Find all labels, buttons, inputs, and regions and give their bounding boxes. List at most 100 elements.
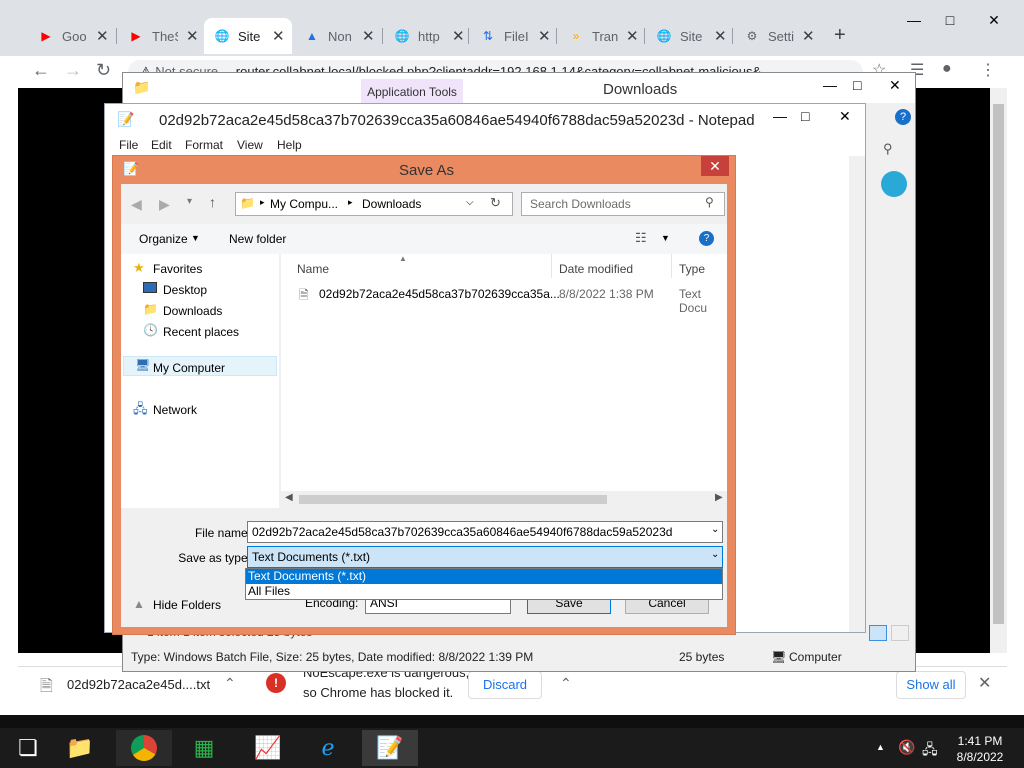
up-arrow-icon[interactable]: ↑ [209, 194, 216, 210]
nav-downloads[interactable]: Downloads [163, 304, 222, 318]
tab-2[interactable]: 🌐 Site ✕ [204, 18, 292, 54]
organize-button[interactable]: Organize [139, 232, 188, 246]
option-all-files[interactable]: All Files [246, 584, 722, 599]
back-button[interactable]: ← [32, 60, 50, 81]
menu-format[interactable]: Format [185, 138, 223, 152]
nav-my-computer[interactable]: My Computer [153, 361, 225, 375]
show-hidden-icons[interactable]: ▲ [876, 742, 885, 752]
store-taskbar-icon[interactable]: ▦ [176, 730, 232, 766]
menu-file[interactable]: File [119, 138, 138, 152]
file-name-input[interactable]: 02d92b72aca2e45d58ca37b702639cca35a60846… [247, 521, 723, 543]
tab-6[interactable]: » Tran ✕ [558, 18, 644, 54]
profile-icon[interactable]: ● [942, 60, 952, 78]
tab-close-icon[interactable]: ✕ [362, 27, 375, 45]
tab-5[interactable]: ⇅ FileI ✕ [470, 18, 556, 54]
tab-7[interactable]: 🌐 Site ✕ [646, 18, 732, 54]
tab-close-icon[interactable]: ✕ [626, 27, 639, 45]
tab-8[interactable]: ⚙ Setti ✕ [734, 18, 820, 54]
tab-1[interactable]: ▶ TheS ✕ [118, 18, 204, 54]
tab-close-icon[interactable]: ✕ [802, 27, 815, 45]
column-date-modified[interactable]: Date modified [559, 262, 633, 276]
breadcrumb[interactable]: 📁 ▸ My Compu... ▸ Downloads ⌵ ↻ [235, 192, 513, 216]
column-type[interactable]: Type [679, 262, 705, 276]
task-manager-taskbar-icon[interactable]: 📈 [240, 730, 296, 766]
chevron-down-icon[interactable]: ▼ [661, 233, 670, 243]
discard-button[interactable]: Discard [468, 671, 542, 699]
column-name[interactable]: Name [297, 262, 329, 276]
notepad-maximize-button[interactable]: □ [801, 108, 809, 124]
tab-4[interactable]: 🌐 http ✕ [384, 18, 470, 54]
scroll-right-icon[interactable]: ▶ [715, 492, 723, 503]
internet-explorer-taskbar-icon[interactable]: ℯ [300, 730, 356, 766]
taskbar-clock[interactable]: 1:41 PM 8/8/2022 [948, 733, 1012, 765]
show-all-button[interactable]: Show all [896, 671, 966, 699]
page-scrollbar-thumb[interactable] [993, 104, 1004, 624]
breadcrumb-my-computer[interactable]: My Compu... [270, 197, 338, 211]
forward-arrow-icon[interactable]: ▶ [159, 196, 170, 213]
file-explorer-taskbar-icon[interactable]: 📁 [52, 730, 108, 766]
notepad-scrollbar[interactable] [849, 156, 865, 632]
menu-icon[interactable]: ⋮ [980, 60, 996, 80]
hide-folders-button[interactable]: Hide Folders [153, 598, 221, 612]
help-icon[interactable]: ? [699, 231, 714, 246]
scroll-left-icon[interactable]: ◀ [285, 492, 293, 503]
clock-date: 8/8/2022 [956, 750, 1004, 764]
explorer-minimize-button[interactable]: — [823, 77, 837, 93]
notepad-close-button[interactable]: ✕ [839, 108, 851, 125]
search-input[interactable]: Search Downloads [521, 192, 725, 216]
close-window-button[interactable]: ✕ [974, 6, 1014, 34]
menu-edit[interactable]: Edit [151, 138, 172, 152]
chevron-up-icon[interactable]: ⌃ [560, 675, 572, 692]
refresh-icon[interactable]: ↻ [490, 195, 501, 211]
close-downloads-bar-icon[interactable]: ✕ [978, 673, 991, 693]
tab-close-icon[interactable]: ✕ [452, 27, 465, 45]
back-arrow-icon[interactable]: ◀ [131, 196, 142, 213]
search-icon[interactable]: ⚲ [883, 141, 893, 157]
explorer-close-button[interactable]: ✕ [889, 77, 901, 94]
notepad-taskbar-icon[interactable]: 📝 [362, 730, 418, 766]
maximize-button[interactable]: □ [930, 6, 970, 34]
horizontal-scrollbar-thumb[interactable] [299, 495, 607, 504]
chevron-down-icon[interactable]: ⌄ [711, 549, 719, 560]
volume-muted-icon[interactable]: 🔇 [898, 739, 915, 756]
new-folder-button[interactable]: New folder [229, 232, 286, 246]
menu-help[interactable]: Help [277, 138, 302, 152]
network-status-icon[interactable]: 🖧 [922, 739, 938, 763]
chevron-down-icon[interactable]: ⌄ [711, 524, 719, 535]
nav-recent-places[interactable]: Recent places [163, 325, 239, 339]
application-tools-tab[interactable]: Application Tools [361, 79, 463, 103]
tab-close-icon[interactable]: ✕ [714, 27, 727, 45]
chevron-down-icon[interactable]: ⌵ [466, 197, 474, 208]
start-button[interactable]: ❏ [0, 730, 56, 766]
tab-close-icon[interactable]: ✕ [186, 27, 199, 45]
tab-close-icon[interactable]: ✕ [272, 27, 285, 45]
explorer-maximize-button[interactable]: □ [853, 77, 861, 93]
minimize-button[interactable]: — [894, 6, 934, 34]
notepad-minimize-button[interactable]: — [773, 108, 787, 124]
chevron-up-circle-icon[interactable]: ▲ [133, 597, 145, 611]
menu-view[interactable]: View [237, 138, 263, 152]
nav-favorites[interactable]: Favorites [153, 262, 202, 276]
download-file-name[interactable]: 02d92b72aca2e45d....txt [67, 677, 210, 692]
tab-0[interactable]: ▶ Goo ✕ [28, 18, 114, 54]
new-tab-button[interactable]: + [834, 24, 846, 47]
help-icon[interactable]: ? [895, 109, 911, 125]
recent-locations-icon[interactable]: ▾ [187, 196, 192, 207]
chevron-up-icon[interactable]: ⌃ [224, 675, 236, 692]
tab-3[interactable]: ▲ Non ✕ [294, 18, 380, 54]
reload-button[interactable]: ↻ [96, 60, 111, 81]
forward-button[interactable]: → [64, 60, 82, 81]
nav-network[interactable]: Network [153, 403, 197, 417]
tab-close-icon[interactable]: ✕ [538, 27, 551, 45]
details-view-icon[interactable] [869, 625, 887, 641]
save-as-type-select[interactable]: Text Documents (*.txt) [247, 546, 723, 568]
save-as-close-button[interactable]: ✕ [701, 156, 729, 176]
breadcrumb-downloads[interactable]: Downloads [362, 197, 421, 211]
large-icons-view-icon[interactable] [891, 625, 909, 641]
file-row[interactable]: 🗎 02d92b72aca2e45d58ca37b702639cca35a...… [281, 284, 727, 315]
chrome-taskbar-icon[interactable] [116, 730, 172, 766]
view-options-icon[interactable]: ☷ [635, 230, 647, 246]
tab-close-icon[interactable]: ✕ [96, 27, 109, 45]
nav-desktop[interactable]: Desktop [163, 283, 207, 297]
option-text-documents[interactable]: Text Documents (*.txt) [246, 569, 722, 584]
